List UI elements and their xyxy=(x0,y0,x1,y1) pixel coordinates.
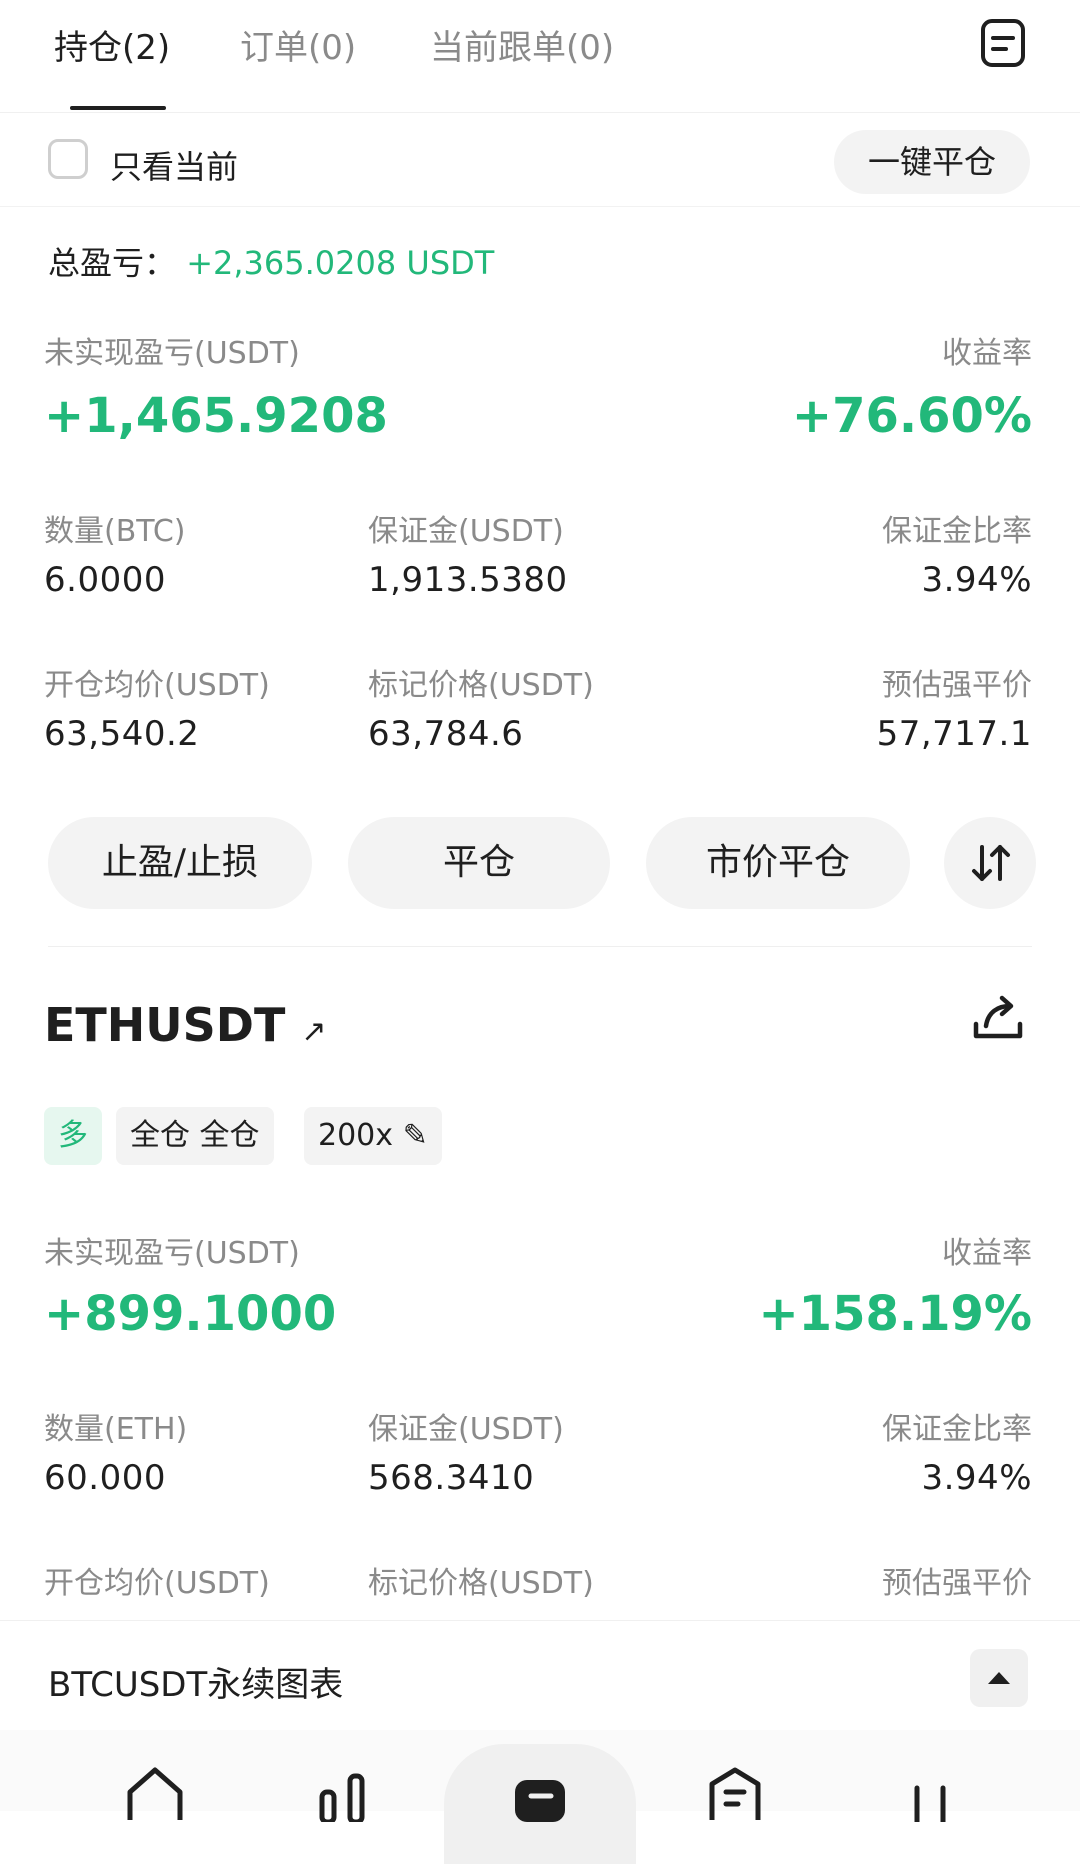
profile-icon[interactable] xyxy=(895,1762,965,1822)
chart-title: BTCUSDT永续图表 xyxy=(48,1665,344,1705)
total-pnl: 总盈亏： +2,365.0208 USDT xyxy=(48,238,494,284)
quantity-value: 60.000 xyxy=(44,1458,166,1498)
position-tabs: 持仓(2) 订单(0) 当前跟单(0) xyxy=(0,0,1080,113)
only-current-label: 只看当前 xyxy=(110,148,239,186)
side-tag: 多 xyxy=(44,1107,102,1165)
document-icon[interactable] xyxy=(980,18,1026,68)
markets-icon[interactable] xyxy=(310,1762,380,1822)
tab-orders[interactable]: 订单(0) xyxy=(240,20,356,69)
margin-value: 568.3410 xyxy=(368,1458,535,1498)
mark-price-label: 标记价格(USDT) xyxy=(368,668,594,703)
symbol-name: ETHUSDT xyxy=(44,998,286,1052)
entry-price-label: 开仓均价(USDT) xyxy=(44,1566,270,1601)
total-pnl-label: 总盈亏： xyxy=(48,244,177,282)
mark-price-label: 标记价格(USDT) xyxy=(368,1566,594,1601)
quantity-value: 6.0000 xyxy=(44,560,166,600)
share-icon[interactable] xyxy=(970,990,1026,1046)
quantity-label: 数量(ETH) xyxy=(44,1412,188,1447)
home-icon[interactable] xyxy=(120,1762,190,1822)
arrow-up-right-icon: ↗ xyxy=(301,1014,327,1049)
margin-mode-tag[interactable]: 全仓 全仓 xyxy=(116,1107,274,1165)
liquidation-price-label: 预估强平价 xyxy=(882,668,1032,703)
unrealized-pnl-label: 未实现盈亏(USDT) xyxy=(44,1236,300,1271)
bottom-nav xyxy=(0,1730,1080,1864)
liquidation-price-value: 57,717.1 xyxy=(876,714,1032,754)
close-all-button[interactable]: 一键平仓 xyxy=(833,130,1030,194)
swap-arrows-icon xyxy=(972,845,1010,881)
assets-icon[interactable] xyxy=(700,1762,770,1822)
roi-value: +76.60% xyxy=(791,388,1032,444)
market-close-button[interactable]: 市价平仓 xyxy=(646,817,910,909)
entry-price-value: 63,540.2 xyxy=(44,714,200,754)
mark-price-value: 63,784.6 xyxy=(368,714,524,754)
leverage-value: 200x xyxy=(318,1118,394,1153)
roi-label: 收益率 xyxy=(942,1236,1032,1271)
margin-ratio-label: 保证金比率 xyxy=(882,514,1032,549)
symbol-title[interactable]: ETHUSDT ↗ xyxy=(44,998,327,1052)
margin-label: 保证金(USDT) xyxy=(368,514,564,549)
entry-price-label: 开仓均价(USDT) xyxy=(44,668,270,703)
unrealized-pnl-value: +1,465.9208 xyxy=(44,388,388,444)
tab-copy-trading[interactable]: 当前跟单(0) xyxy=(430,20,614,69)
edit-icon: ✎ xyxy=(402,1118,428,1153)
unrealized-pnl-label: 未实现盈亏(USDT) xyxy=(44,336,300,371)
close-position-button[interactable]: 平仓 xyxy=(348,817,610,909)
margin-ratio-value: 3.94% xyxy=(921,1458,1032,1498)
card-divider xyxy=(48,946,1032,947)
reverse-position-button[interactable] xyxy=(944,817,1036,909)
chart-bar[interactable]: BTCUSDT永续图表 xyxy=(0,1620,1080,1731)
leverage-tag[interactable]: 200x ✎ xyxy=(304,1107,442,1165)
unrealized-pnl-value: +899.1000 xyxy=(44,1286,337,1342)
tp-sl-button[interactable]: 止盈/止损 xyxy=(48,817,312,909)
margin-ratio-value: 3.94% xyxy=(921,560,1032,600)
chevron-up-icon xyxy=(988,1672,1010,1684)
trade-icon[interactable] xyxy=(505,1762,575,1822)
only-current-checkbox[interactable] xyxy=(48,139,88,179)
margin-ratio-label: 保证金比率 xyxy=(882,1412,1032,1447)
tab-positions[interactable]: 持仓(2) xyxy=(54,20,170,69)
margin-label: 保证金(USDT) xyxy=(368,1412,564,1447)
liquidation-price-label: 预估强平价 xyxy=(882,1566,1032,1601)
filter-row: 只看当前 一键平仓 xyxy=(0,112,1080,207)
expand-chart-button[interactable] xyxy=(970,1649,1028,1707)
quantity-label: 数量(BTC) xyxy=(44,514,186,549)
margin-value: 1,913.5380 xyxy=(368,560,568,600)
total-pnl-value: +2,365.0208 USDT xyxy=(186,244,495,282)
active-tab-indicator xyxy=(70,106,166,110)
roi-label: 收益率 xyxy=(942,336,1032,371)
roi-value: +158.19% xyxy=(758,1286,1032,1342)
